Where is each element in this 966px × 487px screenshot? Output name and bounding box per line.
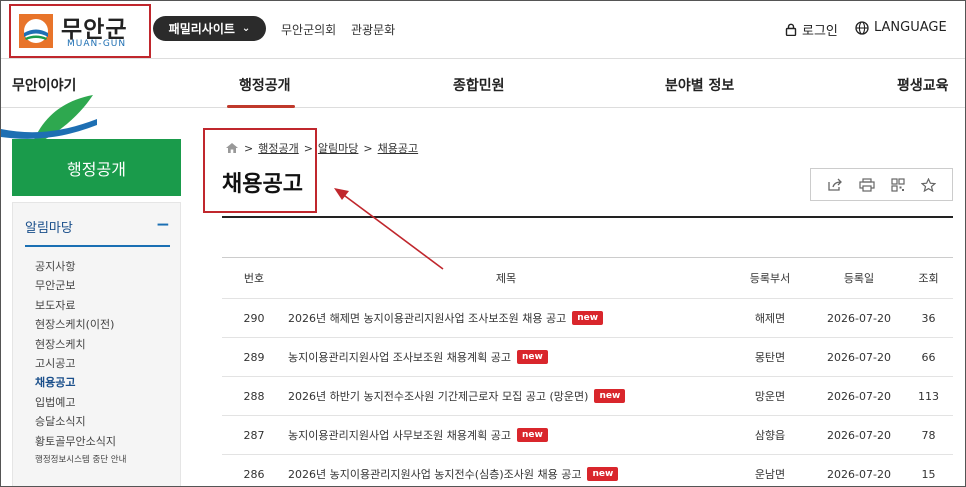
council-link[interactable]: 무안군의회 — [281, 21, 336, 38]
row-title-link[interactable]: 2026년 하반기 농지전수조사원 기간제근로자 모집 공고 (망운면) new — [286, 377, 726, 415]
row-title-link[interactable]: 농지이용관리지원사업 조사보조원 채용계획 공고 new — [286, 338, 726, 376]
col-header-views: 조회 — [918, 272, 939, 285]
row-title[interactable]: 농지이용관리지원사업 조사보조원 채용계획 공고 — [288, 349, 511, 365]
share-icon[interactable] — [827, 178, 843, 192]
row-title[interactable]: 2026년 해제면 농지이용관리지원사업 조사보조원 채용 공고 — [288, 310, 566, 326]
breadcrumb-item-recruitment[interactable]: 채용공고 — [378, 140, 418, 156]
row-date: 2026-07-20 — [827, 389, 891, 403]
row-number: 286 — [243, 467, 265, 481]
collapse-minus-icon[interactable]: − — [156, 215, 170, 235]
recruitment-table: 번호 제목 등록부서 등록일 조회 290 2026년 해제면 농지이용관리지원… — [222, 257, 953, 486]
sidebar-item-list: 공지사항 무안군보 보도자료 현장스케치(이전) 현장스케치 고시공고 채용공고… — [35, 257, 126, 470]
qr-icon[interactable] — [891, 177, 905, 192]
row-department: 망운면 — [754, 390, 786, 403]
main-navigation: 무안이야기 행정공개 종합민원 분야별 정보 평생교육 — [1, 60, 965, 108]
new-badge: new — [572, 311, 604, 325]
breadcrumb-separator: > — [363, 141, 373, 155]
tourism-link[interactable]: 관광문화 — [351, 21, 395, 38]
row-views: 78 — [921, 428, 936, 442]
breadcrumb-item-notice-board[interactable]: 알림마당 — [318, 140, 358, 156]
row-date: 2026-07-20 — [827, 350, 891, 364]
sidebar-item-recruitment[interactable]: 채용공고 — [35, 373, 126, 392]
sidebar-section-header[interactable]: 알림마당 − — [25, 215, 170, 247]
table-row: 289 농지이용관리지원사업 조사보조원 채용계획 공고 new 몽탄면 2026… — [222, 338, 953, 377]
row-department: 몽탄면 — [754, 351, 786, 364]
nav-item-civil-service[interactable]: 종합민원 — [453, 75, 505, 95]
star-icon[interactable] — [921, 177, 936, 192]
row-department: 해제면 — [754, 312, 786, 325]
row-views: 113 — [918, 389, 939, 403]
table-header-row: 번호 제목 등록부서 등록일 조회 — [222, 258, 953, 299]
row-number: 289 — [243, 350, 265, 364]
table-row: 286 2026년 농지이용관리지원사업 농지전수(심층)조사원 채용 공고 ne… — [222, 455, 953, 486]
page-tools — [810, 168, 953, 201]
family-site-label: 패밀리사이트 — [168, 22, 235, 36]
logo-subtext: MUAN-GUN — [67, 39, 127, 49]
row-department: 삼향읍 — [754, 429, 786, 442]
title-divider — [222, 216, 953, 218]
new-badge: new — [594, 389, 626, 403]
row-number: 290 — [243, 311, 265, 325]
new-badge: new — [587, 467, 619, 481]
sidebar-section-label: 알림마당 — [25, 221, 73, 236]
sidebar-item-seungdal-news[interactable]: 승달소식지 — [35, 412, 126, 431]
sidebar-menu: 알림마당 − 공지사항 무안군보 보도자료 현장스케치(이전) 현장스케치 고시… — [12, 202, 181, 486]
lock-icon — [785, 23, 797, 36]
sidebar-item-field-sketch-old[interactable]: 현장스케치(이전) — [35, 315, 126, 334]
row-title-link[interactable]: 2026년 해제면 농지이용관리지원사업 조사보조원 채용 공고 new — [286, 299, 726, 337]
language-link[interactable]: LANGUAGE — [855, 20, 947, 35]
row-title[interactable]: 2026년 하반기 농지전수조사원 기간제근로자 모집 공고 (망운면) — [288, 388, 588, 404]
sidebar-item-hwangtogol-news[interactable]: 황토골무안소식지 — [35, 432, 126, 451]
row-views: 36 — [921, 311, 936, 325]
sidebar-item-county-gazette[interactable]: 무안군보 — [35, 276, 126, 295]
sidebar-item-legislative-notice[interactable]: 입법예고 — [35, 393, 126, 412]
new-badge: new — [517, 428, 548, 442]
language-label: LANGUAGE — [874, 20, 947, 35]
row-date: 2026-07-20 — [827, 467, 891, 481]
active-nav-indicator — [227, 105, 295, 108]
row-title[interactable]: 2026년 농지이용관리지원사업 농지전수(심층)조사원 채용 공고 — [288, 466, 581, 482]
sidebar-item-field-sketch[interactable]: 현장스케치 — [35, 335, 126, 354]
row-date: 2026-07-20 — [827, 311, 891, 325]
site-logo[interactable]: 무안군 MUAN-GUN — [9, 4, 151, 58]
nav-item-field-info[interactable]: 분야별 정보 — [665, 75, 734, 95]
col-header-number: 번호 — [243, 272, 265, 285]
row-number: 288 — [243, 389, 265, 403]
title-highlight-box — [203, 128, 317, 213]
table-row: 290 2026년 해제면 농지이용관리지원사업 조사보조원 채용 공고 new … — [222, 299, 953, 338]
row-date: 2026-07-20 — [827, 428, 891, 442]
row-number: 287 — [243, 428, 265, 442]
sidebar-item-system-outage[interactable]: 행정정보시스템 중단 안내 — [35, 451, 126, 470]
row-views: 66 — [921, 350, 936, 364]
logo-mark-icon — [19, 14, 53, 48]
table-row: 288 2026년 하반기 농지전수조사원 기간제근로자 모집 공고 (망운면)… — [222, 377, 953, 416]
row-title-link[interactable]: 2026년 농지이용관리지원사업 농지전수(심층)조사원 채용 공고 new — [286, 455, 726, 486]
nav-item-lifelong-education[interactable]: 평생교육 — [897, 75, 949, 95]
sidebar-item-public-notice[interactable]: 고시공고 — [35, 354, 126, 373]
globe-icon — [855, 20, 869, 35]
top-bar: 무안군 MUAN-GUN 패밀리사이트 ⌄ 무안군의회 관광문화 로그인 LAN… — [1, 1, 965, 59]
sidebar-item-press-release[interactable]: 보도자료 — [35, 296, 126, 315]
login-link[interactable]: 로그인 — [785, 20, 838, 39]
col-header-title: 제목 — [495, 272, 517, 285]
nav-item-admin-disclosure[interactable]: 행정공개 — [239, 75, 291, 95]
sidebar-title: 행정공개 — [12, 139, 181, 196]
row-title[interactable]: 농지이용관리지원사업 사무보조원 채용계획 공고 — [288, 427, 511, 443]
login-label: 로그인 — [802, 24, 838, 39]
table-row: 287 농지이용관리지원사업 사무보조원 채용계획 공고 new 삼향읍 2026… — [222, 416, 953, 455]
chevron-down-icon: ⌄ — [241, 23, 251, 34]
family-site-button[interactable]: 패밀리사이트 ⌄ — [153, 16, 266, 41]
page-frame: 무안군 MUAN-GUN 패밀리사이트 ⌄ 무안군의회 관광문화 로그인 LAN… — [0, 0, 966, 487]
print-icon[interactable] — [859, 177, 875, 192]
row-department: 운남면 — [754, 468, 786, 481]
row-views: 15 — [921, 467, 936, 481]
sidebar-item-notice[interactable]: 공지사항 — [35, 257, 126, 276]
col-header-date: 등록일 — [843, 272, 875, 285]
new-badge: new — [517, 350, 548, 364]
row-title-link[interactable]: 농지이용관리지원사업 사무보조원 채용계획 공고 new — [286, 416, 726, 454]
col-header-department: 등록부서 — [749, 272, 791, 285]
